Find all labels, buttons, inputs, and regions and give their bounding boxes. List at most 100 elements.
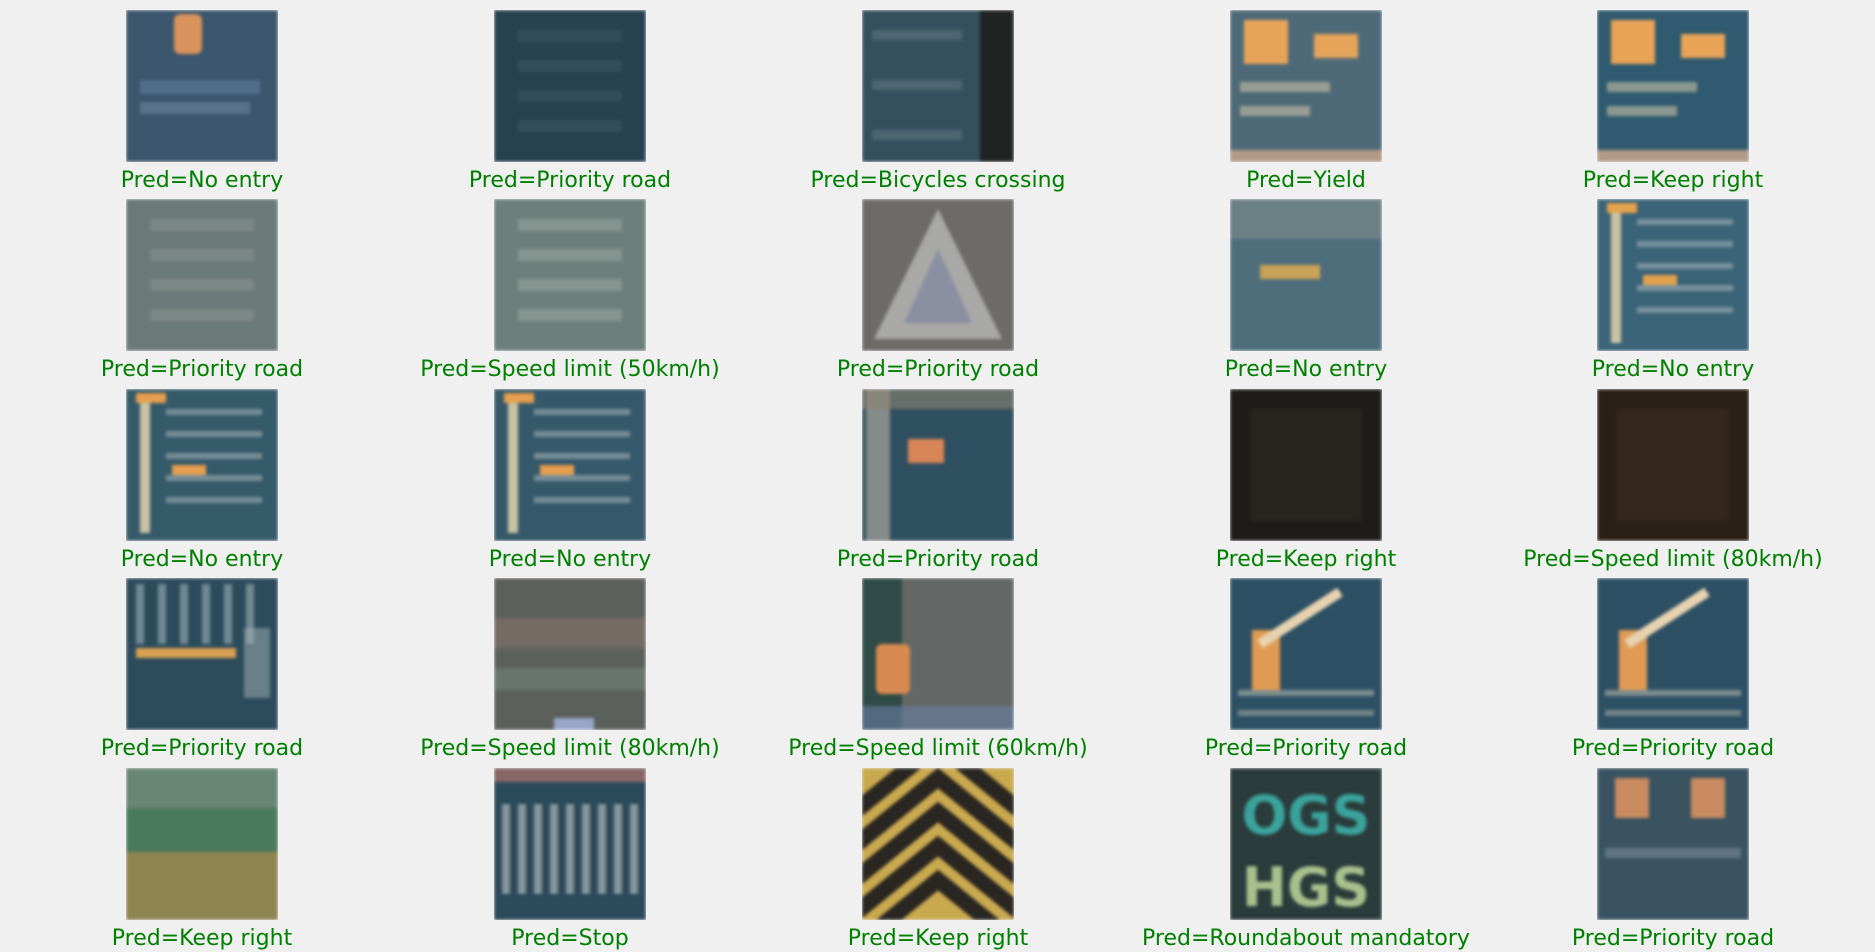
ogs-hgs-toll-sign-thumbnail: OGS HGS [1230,768,1382,920]
sign-image [494,768,646,920]
prediction-cell: Pred=Speed limit (50km/h) [420,199,720,382]
prediction-label: Pred=Priority road [100,357,304,382]
prediction-label: Pred=Roundabout mandatory [1142,926,1470,951]
blue-lane-sign-thumbnail [126,578,278,730]
sign-image [1230,10,1382,162]
sign-image [494,10,646,162]
blue-sign-arrow-thumbnail [1230,199,1382,351]
prediction-label: Pred=Priority road [836,357,1040,382]
grey-blurred-road-thumbnail [494,578,646,730]
blue-sign-diagonal-bar-thumbnail [1597,578,1749,730]
sign-image [126,389,278,541]
sign-image [126,199,278,351]
prediction-label: Pred=Speed limit (50km/h) [420,357,720,382]
prediction-cell: Pred=Keep right [848,768,1028,951]
sign-image [1230,389,1382,541]
blue-white-text-sign-thumbnail [494,768,646,920]
sign-image [126,768,278,920]
sign-image [494,389,646,541]
blue-sign-dark-edge-thumbnail [862,10,1014,162]
prediction-cell: Pred=Priority road [1572,578,1774,761]
prediction-cell: Pred=Priority road [1205,578,1407,761]
grey-blurred-sign-thumbnail [126,199,278,351]
prediction-cell: Pred=Priority road [469,10,671,193]
prediction-label: Pred=Speed limit (60km/h) [788,736,1088,761]
prediction-cell: Pred=Priority road [837,389,1039,572]
prediction-label: Pred=Keep right [1215,547,1397,572]
blue-sign-orange-tiles-thumbnail [1597,10,1749,162]
prediction-cell: Pred=Speed limit (80km/h) [420,578,720,761]
prediction-label: Pred=Priority road [1204,736,1408,761]
prediction-label: Pred=Priority road [836,547,1040,572]
prediction-cell: Pred=No entry [1592,199,1754,382]
sign-image [494,578,646,730]
prediction-cell: Pred=Speed limit (80km/h) [1523,389,1823,572]
blue-direction-sign-thumbnail [126,389,278,541]
sign-image [862,768,1014,920]
prediction-cell: Pred=Keep right [1583,10,1763,193]
yellow-black-chevron-sign-thumbnail [862,768,1014,920]
dark-brown-sign-thumbnail [1597,389,1749,541]
prediction-cell: Pred=Priority road [101,578,303,761]
sign-image [1230,199,1382,351]
sign-image [126,10,278,162]
sign-image [494,199,646,351]
blue-direction-sign-thumbnail [494,389,646,541]
prediction-label: Pred=No entry [120,168,284,193]
sign-image [1597,10,1749,162]
dark-blue-sign-thumbnail [494,10,646,162]
blue-sign-pole-thumbnail [862,389,1014,541]
prediction-cell: Pred=No entry [489,389,651,572]
prediction-cell: Pred=Keep right [112,768,292,951]
prediction-label: Pred=Keep right [1582,168,1764,193]
blue-direction-sign-thumbnail [1597,199,1749,351]
sign-image [1230,578,1382,730]
blue-sign-orange-tiles-thumbnail [1230,10,1382,162]
prediction-label: Pred=Bicycles crossing [810,168,1066,193]
blue-sign-with-orange-symbol-thumbnail [126,10,278,162]
prediction-label: Pred=Priority road [1571,736,1775,761]
prediction-label: Pred=Yield [1246,168,1366,193]
svg-text:HGS: HGS [1242,856,1370,919]
prediction-label: Pred=Speed limit (80km/h) [1523,547,1823,572]
prediction-cell: Pred=Priority road [837,199,1039,382]
prediction-label: Pred=Priority road [1571,926,1775,951]
blue-sign-two-orange-squares-thumbnail [1597,768,1749,920]
prediction-cell: Pred=Stop [494,768,646,951]
triangle-warning-sign-thumbnail [862,199,1014,351]
prediction-label: Pred=No entry [1224,357,1388,382]
prediction-cell: Pred=Yield [1230,10,1382,193]
sign-image [862,578,1014,730]
green-olive-sign-thumbnail [126,768,278,920]
prediction-cell: Pred=Priority road [1572,768,1774,951]
prediction-label: Pred=Priority road [468,168,672,193]
sign-image [1597,578,1749,730]
prediction-label: Pred=Speed limit (80km/h) [420,736,720,761]
sign-image [1597,199,1749,351]
prediction-label: Pred=No entry [120,547,284,572]
prediction-cell: Pred=No entry [121,389,283,572]
prediction-cell: Pred=No entry [1225,199,1387,382]
prediction-label: Pred=Keep right [847,926,1029,951]
sign-image [1597,768,1749,920]
prediction-label: Pred=Keep right [111,926,293,951]
grey-sign-orange-panel-thumbnail [862,578,1014,730]
prediction-cell: OGS HGS Pred=Roundabout mandatory [1142,768,1470,951]
sign-image [126,578,278,730]
prediction-cell: Pred=Priority road [101,199,303,382]
prediction-label: Pred=Stop [511,926,629,951]
prediction-cell: Pred=Speed limit (60km/h) [788,578,1088,761]
prediction-label: Pred=No entry [1591,357,1755,382]
green-grey-sign-thumbnail [494,199,646,351]
prediction-label: Pred=No entry [488,547,652,572]
prediction-label: Pred=Priority road [100,736,304,761]
sign-image: OGS HGS [1230,768,1382,920]
blue-sign-diagonal-bar-thumbnail [1230,578,1382,730]
sign-image [862,199,1014,351]
prediction-cell: Pred=No entry [121,10,283,193]
prediction-cell: Pred=Keep right [1216,389,1396,572]
dark-night-sign-thumbnail [1230,389,1382,541]
sign-image [862,10,1014,162]
sign-image [862,389,1014,541]
svg-text:OGS: OGS [1241,784,1370,847]
